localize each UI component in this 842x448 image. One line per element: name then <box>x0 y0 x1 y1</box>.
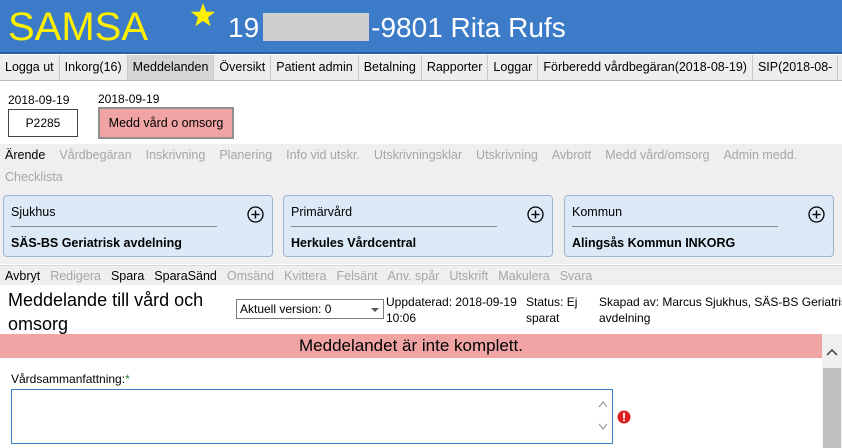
action-felsant[interactable]: Felsänt <box>337 266 378 285</box>
menu-oversikt[interactable]: Översikt <box>214 55 272 80</box>
status-line-1: Status: Ej <box>526 295 578 309</box>
tab-inskrivning[interactable]: Inskrivning <box>146 144 206 166</box>
case-info: 2018-09-19 P2285 2018-09-19 Medd vård o … <box>0 82 842 144</box>
version-select[interactable]: Aktuell version: 0 <box>236 299 384 319</box>
scroll-down-icon[interactable] <box>598 423 608 431</box>
tab-utskrivning[interactable]: Utskrivning <box>476 144 538 166</box>
required-mark: * <box>125 372 130 386</box>
tab-info-vid-utskr[interactable]: Info vid utskr. <box>286 144 360 166</box>
patient-id-prefix: 19 <box>228 12 260 43</box>
updated-line-1: Uppdaterad: 2018-09-19 <box>386 295 517 309</box>
card-label: Kommun <box>572 205 623 219</box>
action-redigera[interactable]: Redigera <box>50 266 101 285</box>
vardsammanfattning-field[interactable] <box>11 389 613 444</box>
action-spara[interactable]: Spara <box>111 266 144 285</box>
menu-loggar[interactable]: Loggar <box>488 55 539 80</box>
card-primarvard: Primärvård Herkules Vårdcentral <box>283 195 553 257</box>
tab-avbrott[interactable]: Avbrott <box>552 144 591 166</box>
status-info: Status: Ej sparat <box>526 294 586 326</box>
action-makulera[interactable]: Makulera <box>498 266 549 285</box>
menu-logga-ut[interactable]: Logga ut <box>0 55 60 80</box>
organisation-cards: Sjukhus SÄS-BS Geriatrisk avdelning Prim… <box>0 188 842 264</box>
card-value: SÄS-BS Geriatrisk avdelning <box>11 236 182 250</box>
tab-checklista[interactable]: Checklista <box>5 166 63 188</box>
message-title: Meddelande till vård och omsorg <box>8 290 204 334</box>
incomplete-warning: Meddelandet är inte komplett. <box>0 334 822 358</box>
card-value: Herkules Vårdcentral <box>291 236 417 250</box>
chevron-down-icon <box>371 308 379 312</box>
action-utskrift[interactable]: Utskrift <box>449 266 488 285</box>
menu-betalning[interactable]: Betalning <box>359 55 422 80</box>
menu-inkorg[interactable]: Inkorg(16) <box>60 55 128 80</box>
menu-rapporter[interactable]: Rapporter <box>422 55 489 80</box>
tab-medd-vard-omsorg[interactable]: Medd vård/omsorg <box>605 144 709 166</box>
app-header: SAMSA 19 -9801 Rita Rufs <box>0 0 842 54</box>
menu-sip[interactable]: SIP(2018-08- <box>753 55 839 80</box>
message-form: Vårdsammanfattning:* <box>0 358 822 448</box>
action-sparasand[interactable]: SparaSänd <box>154 266 217 285</box>
card-divider <box>572 226 778 227</box>
add-circle-icon[interactable] <box>527 206 544 223</box>
app-logo: SAMSA <box>8 5 149 49</box>
add-circle-icon[interactable] <box>808 206 825 223</box>
action-svara[interactable]: Svara <box>560 266 593 285</box>
error-icon <box>617 410 631 424</box>
message-date: 2018-09-19 <box>98 92 160 106</box>
tab-vardbegaran[interactable]: Vårdbegäran <box>59 144 131 166</box>
creator-info: Skapad av: Marcus Sjukhus, SÄS-BS Geriat… <box>599 294 842 326</box>
patient-heading: 19 -9801 Rita Rufs <box>228 10 566 46</box>
scroll-up-arrow-icon[interactable] <box>826 348 838 356</box>
add-circle-icon[interactable] <box>247 206 264 223</box>
vardsammanfattning-label: Vårdsammanfattning:* <box>11 372 130 386</box>
tab-utskrivningsklar[interactable]: Utskrivningsklar <box>374 144 462 166</box>
updated-line-2: 10:06 <box>386 311 417 325</box>
message-actions: Avbryt Redigera Spara SparaSänd Omsänd Kvitte… <box>0 265 842 285</box>
scroll-up-icon[interactable] <box>598 400 608 408</box>
creator-line-1: Skapad av: Marcus Sjukhus, SÄS-BS Geriat… <box>599 295 842 309</box>
menu-forberedd-vardbegaran[interactable]: Förberedd vårdbegäran(2018-08-19) <box>538 55 753 80</box>
status-line-2: sparat <box>526 311 560 325</box>
card-divider <box>291 226 497 227</box>
tab-planering[interactable]: Planering <box>219 144 272 166</box>
menu-meddelanden[interactable]: Meddelanden <box>127 55 215 80</box>
scrollbar-thumb[interactable] <box>823 368 841 448</box>
action-avbryt[interactable]: Avbryt <box>5 266 40 285</box>
main-menu: Logga ut Inkorg(16) Meddelanden Översikt… <box>0 55 842 81</box>
card-label: Sjukhus <box>11 205 56 219</box>
page-scrollbar[interactable] <box>822 334 842 448</box>
process-tabs: Ärende Vårdbegäran Inskrivning Planering Inf… <box>0 144 842 188</box>
card-value: Alingsås Kommun INKORG <box>572 236 736 250</box>
creator-line-2: avdelning <box>599 311 651 325</box>
menu-patient-admin[interactable]: Patient admin <box>271 55 359 80</box>
card-label: Primärvård <box>291 205 353 219</box>
patient-id-masked <box>263 13 370 41</box>
tab-admin-medd[interactable]: Admin medd. <box>723 144 797 166</box>
tab-arende[interactable]: Ärende <box>5 144 45 166</box>
card-divider <box>11 226 217 227</box>
medd-vard-omsorg-button[interactable]: Medd vård o omsorg <box>98 107 234 139</box>
updated-info: Uppdaterad: 2018-09-19 10:06 <box>386 294 526 326</box>
action-kvittera[interactable]: Kvittera <box>284 266 326 285</box>
action-omsand[interactable]: Omsänd <box>227 266 274 285</box>
action-anv-spar[interactable]: Anv. spår <box>388 266 440 285</box>
card-kommun: Kommun Alingsås Kommun INKORG <box>564 195 834 257</box>
version-select-value: Aktuell version: 0 <box>240 302 332 316</box>
favorite-star-icon[interactable] <box>190 2 216 28</box>
case-code-box[interactable]: P2285 <box>8 109 78 137</box>
field-label-text: Vårdsammanfattning: <box>11 372 126 386</box>
card-sjukhus: Sjukhus SÄS-BS Geriatrisk avdelning <box>3 195 273 257</box>
patient-id-suffix-name: -9801 Rita Rufs <box>371 12 566 43</box>
case-date: 2018-09-19 <box>8 93 70 107</box>
